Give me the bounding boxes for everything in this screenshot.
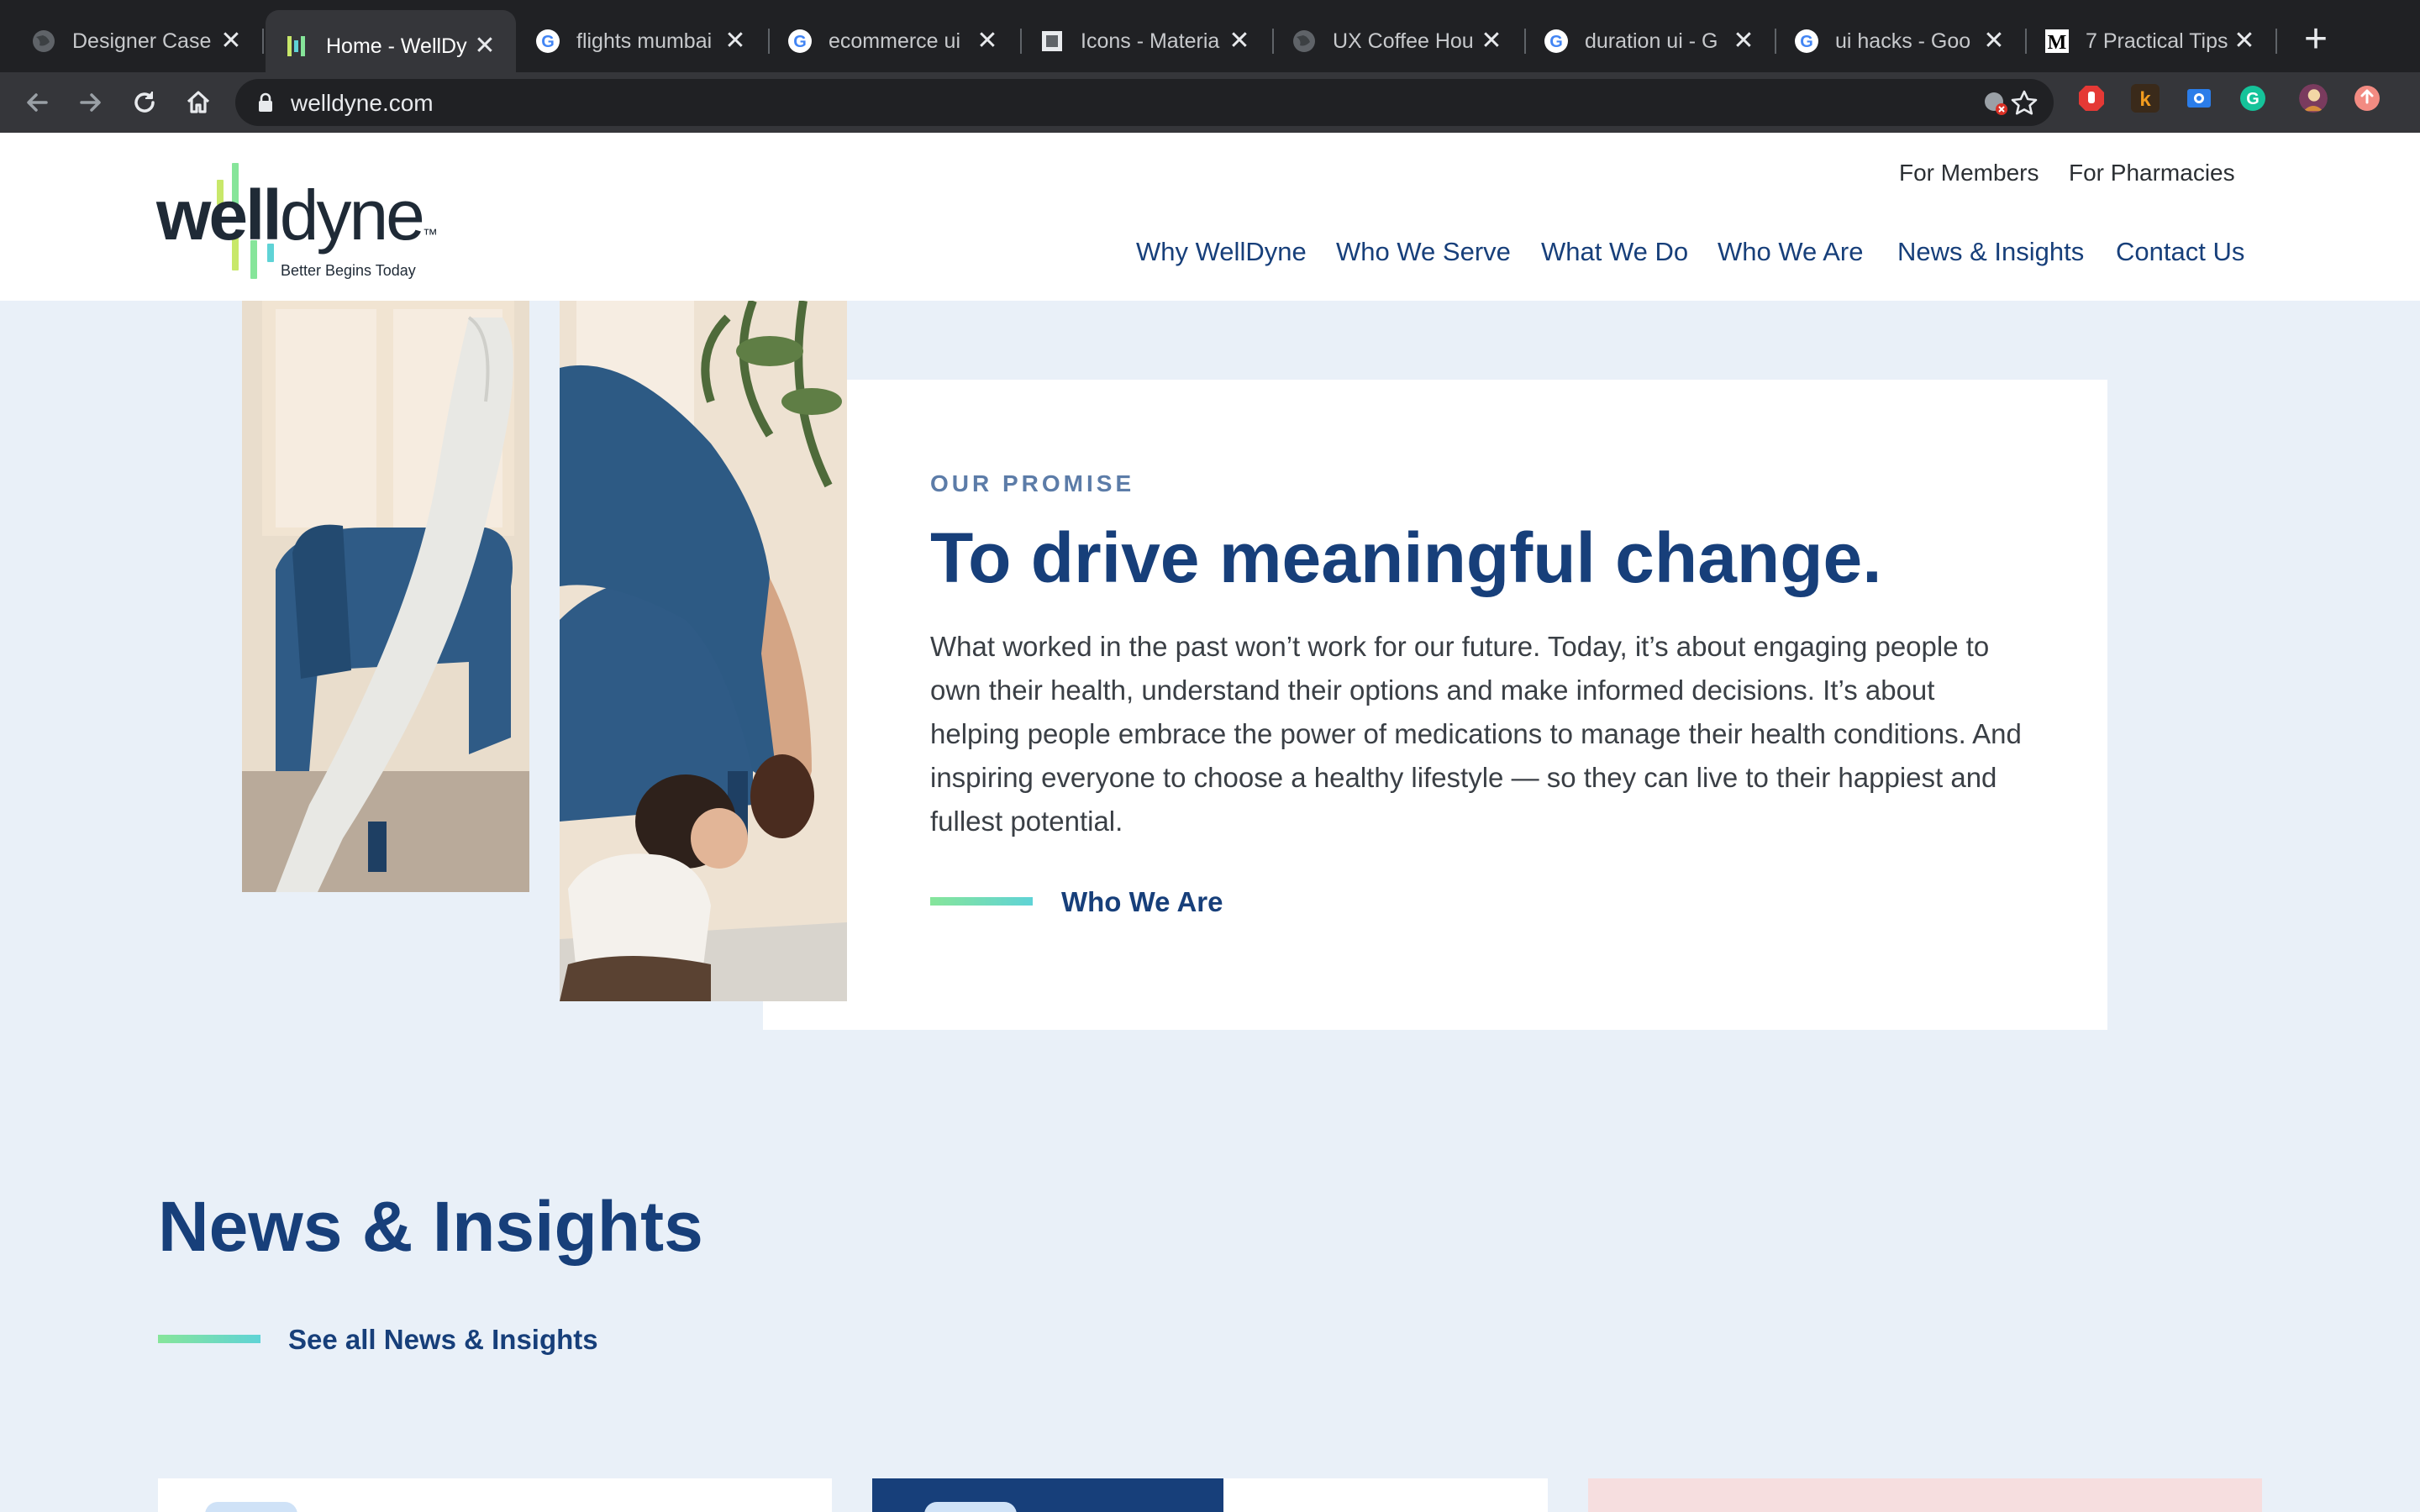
news-section-title: News & Insights bbox=[158, 1187, 703, 1266]
close-tab-icon[interactable]: ✕ bbox=[1731, 29, 1756, 54]
tab-title: Home - WellDy bbox=[326, 34, 467, 58]
tab-divider bbox=[2275, 29, 2277, 54]
news-card[interactable] bbox=[158, 1478, 832, 1512]
grammarly-extension-icon[interactable]: G bbox=[2238, 84, 2267, 113]
keepa-extension-icon[interactable]: k bbox=[2131, 84, 2160, 113]
medium-icon: M bbox=[2044, 28, 2070, 55]
svg-text:G: G bbox=[541, 33, 555, 51]
tab-title: UX Coffee Hou bbox=[1333, 29, 1474, 53]
adblock-extension-icon[interactable] bbox=[2077, 84, 2106, 113]
close-tab-icon[interactable]: ✕ bbox=[1981, 29, 2007, 54]
news-card-tag bbox=[924, 1502, 1017, 1512]
tab-title: 7 Practical Tips bbox=[2086, 29, 2228, 53]
hero-photo-left bbox=[242, 301, 529, 892]
browser-tab[interactable]: Icons - Materia ✕ bbox=[1020, 10, 1270, 72]
close-tab-icon[interactable]: ✕ bbox=[2232, 29, 2257, 54]
logo-tagline: Better Begins Today bbox=[281, 262, 416, 279]
google-icon: G bbox=[1793, 28, 1820, 55]
nav-who-we-serve[interactable]: Who We Serve bbox=[1336, 237, 1511, 267]
promise-eyebrow: OUR PROMISE bbox=[930, 470, 1135, 496]
browser-toolbar: welldyne.com k G bbox=[0, 72, 2420, 133]
who-we-are-link[interactable]: Who We Are bbox=[1061, 886, 1223, 918]
tab-divider bbox=[262, 29, 264, 54]
close-tab-icon[interactable]: ✕ bbox=[1227, 29, 1252, 54]
material-icon bbox=[1039, 28, 1065, 55]
svg-text:G: G bbox=[1800, 33, 1813, 51]
nav-why-welldyne[interactable]: Why WellDyne bbox=[1136, 237, 1307, 267]
nav-news-insights[interactable]: News & Insights bbox=[1897, 237, 2084, 267]
close-tab-icon[interactable]: ✕ bbox=[472, 34, 497, 59]
browser-tab[interactable]: G ecommerce ui ✕ bbox=[768, 10, 1018, 72]
for-pharmacies-link[interactable]: For Pharmacies bbox=[2069, 160, 2235, 186]
close-tab-icon[interactable]: ✕ bbox=[723, 29, 748, 54]
welldyne-favicon bbox=[284, 33, 311, 60]
news-card-image bbox=[872, 1478, 1223, 1512]
url-text: welldyne.com bbox=[291, 90, 434, 116]
tab-title: duration ui - G bbox=[1585, 29, 1718, 53]
browser-tab[interactable]: M 7 Practical Tips ✕ bbox=[2025, 10, 2275, 72]
news-card[interactable] bbox=[872, 1478, 1548, 1512]
tab-title: flights mumbai bbox=[576, 29, 713, 53]
svg-text:M: M bbox=[2048, 32, 2067, 54]
svg-text:G: G bbox=[793, 33, 807, 51]
for-members-link[interactable]: For Members bbox=[1899, 160, 2039, 186]
logo-wordmark: welldyne™ bbox=[156, 176, 438, 255]
see-all-accent-line bbox=[158, 1335, 260, 1343]
browser-tab[interactable]: G flights mumbai ✕ bbox=[516, 10, 766, 72]
browser-tab[interactable]: G ui hacks - Goo ✕ bbox=[1775, 10, 2025, 72]
home-icon[interactable] bbox=[176, 81, 220, 124]
forward-arrow-icon[interactable] bbox=[69, 81, 113, 124]
chrome-update-icon[interactable] bbox=[2353, 84, 2381, 113]
browser-tab[interactable]: Designer Case ✕ bbox=[12, 10, 262, 72]
svg-text:k: k bbox=[2139, 88, 2151, 111]
browser-tab[interactable]: G duration ui - G ✕ bbox=[1524, 10, 1775, 72]
news-card[interactable] bbox=[1588, 1478, 2262, 1512]
welldyne-logo[interactable]: welldyne™ Better Begins Today bbox=[156, 146, 438, 289]
new-tab-button[interactable]: + bbox=[2294, 18, 2338, 62]
see-all-news-link[interactable]: See all News & Insights bbox=[288, 1324, 598, 1356]
google-icon: G bbox=[1543, 28, 1570, 55]
hero-photo-right bbox=[560, 301, 847, 1001]
google-icon: G bbox=[786, 28, 813, 55]
globe-icon bbox=[1291, 28, 1318, 55]
lock-icon bbox=[257, 92, 274, 117]
browser-tab-strip: Designer Case ✕ Home - WellDy ✕ G flight… bbox=[0, 0, 2420, 82]
bookmark-star-icon[interactable] bbox=[2010, 89, 2039, 118]
nav-what-we-do[interactable]: What We Do bbox=[1541, 237, 1688, 267]
profile-avatar[interactable] bbox=[2299, 84, 2328, 113]
promise-headline: To drive meaningful change. bbox=[930, 518, 1882, 597]
globe-icon bbox=[30, 28, 57, 55]
google-icon: G bbox=[534, 28, 561, 55]
close-tab-icon[interactable]: ✕ bbox=[218, 29, 244, 54]
tab-title: ecommerce ui bbox=[829, 29, 960, 53]
reload-icon[interactable] bbox=[123, 81, 166, 124]
close-tab-icon[interactable]: ✕ bbox=[975, 29, 1000, 54]
back-arrow-icon[interactable] bbox=[15, 81, 59, 124]
translate-blocked-icon[interactable] bbox=[1981, 89, 2010, 118]
nav-who-we-are[interactable]: Who We Are bbox=[1718, 237, 1863, 267]
nav-contact-us[interactable]: Contact Us bbox=[2116, 237, 2244, 267]
news-card-tag bbox=[205, 1502, 297, 1512]
cta-accent-line bbox=[930, 897, 1033, 906]
address-bar[interactable]: welldyne.com bbox=[235, 79, 2054, 126]
promise-body: What worked in the past won’t work for o… bbox=[930, 631, 2022, 837]
svg-text:G: G bbox=[2246, 90, 2260, 108]
tab-title: Icons - Materia bbox=[1081, 29, 1220, 53]
tab-title: ui hacks - Goo bbox=[1835, 29, 1971, 53]
close-tab-icon[interactable]: ✕ bbox=[1479, 29, 1504, 54]
svg-text:G: G bbox=[1549, 33, 1563, 51]
screenshot-extension-icon[interactable] bbox=[2185, 84, 2213, 113]
site-header: welldyne™ Better Begins Today For Member… bbox=[0, 133, 2420, 301]
tab-title: Designer Case bbox=[72, 29, 212, 53]
browser-tab[interactable]: UX Coffee Hou ✕ bbox=[1272, 10, 1523, 72]
